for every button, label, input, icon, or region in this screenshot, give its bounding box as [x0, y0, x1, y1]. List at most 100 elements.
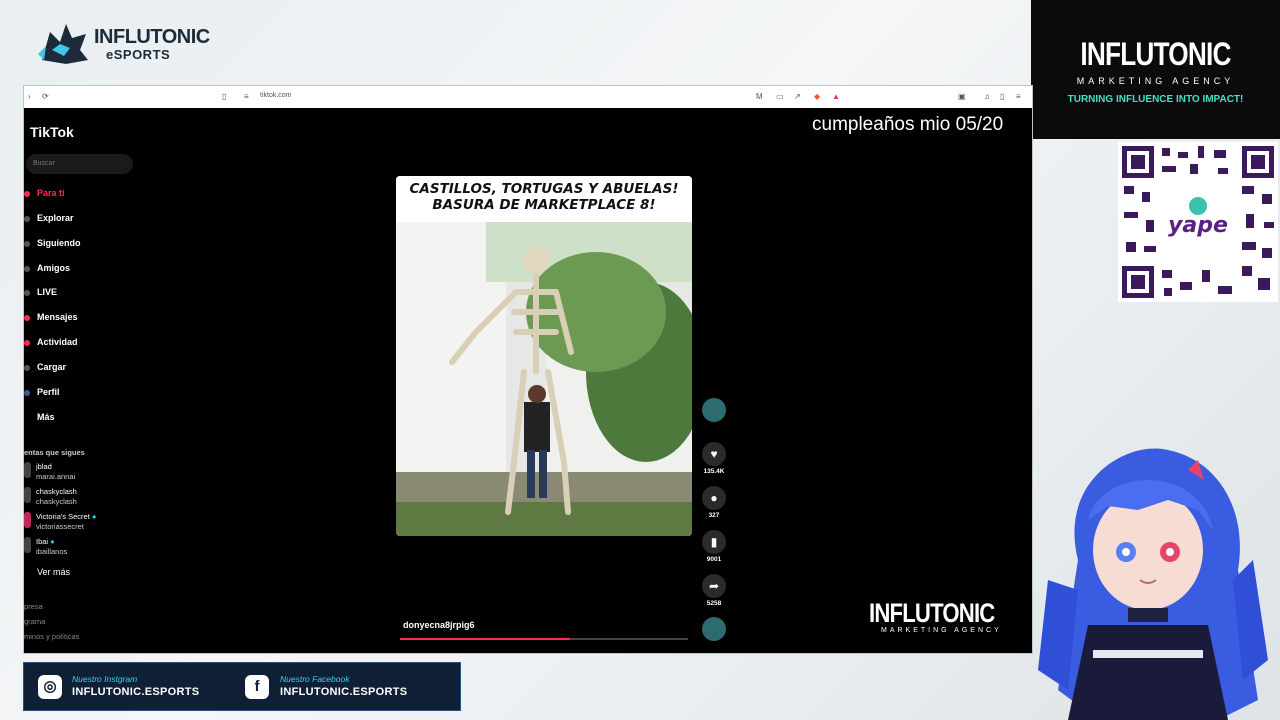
facebook-label: Nuestro Facebook: [280, 674, 350, 684]
video-caption: CASTILLOS, TORTUGAS Y ABUELAS! BASURA DE…: [396, 176, 692, 220]
translate-icon[interactable]: M: [756, 92, 763, 101]
forward-icon[interactable]: ›: [28, 92, 31, 101]
share-count: 5258: [706, 600, 722, 607]
facebook-icon: f: [245, 675, 269, 699]
avatar[interactable]: [24, 487, 31, 503]
facebook-handle: INFLUTONIC.ESPORTS: [280, 686, 408, 698]
qr-pattern: yape: [1122, 146, 1274, 298]
avatar[interactable]: [24, 537, 31, 553]
comment-button[interactable]: ● 327: [700, 486, 728, 519]
qr-code-icon: yape: [1118, 142, 1278, 302]
nav-cargar[interactable]: Cargar: [37, 362, 66, 372]
following-account[interactable]: chaskyclash chaskyclash: [36, 487, 77, 507]
avatar: [702, 398, 726, 422]
yape-label: yape: [1168, 213, 1228, 238]
creator-avatar[interactable]: [700, 398, 728, 422]
music-disc[interactable]: [700, 617, 728, 641]
agency-name: INFLUTONIC: [1080, 36, 1231, 72]
share-button[interactable]: ➦ 5258: [700, 574, 728, 607]
nav-para-ti[interactable]: Para ti: [37, 188, 65, 198]
video-progress-bar[interactable]: [400, 638, 688, 640]
address-bar[interactable]: tiktok.com: [260, 92, 292, 99]
share-arrow-icon: ➦: [702, 574, 726, 598]
agency-sub: MARKETING AGENCY: [1076, 76, 1235, 86]
agency-panel: INFLUTONIC MARKETING AGENCY TURNING INFL…: [1031, 0, 1280, 139]
save-count: 9001: [706, 556, 722, 563]
verified-icon: ●: [48, 537, 55, 546]
avatar[interactable]: [24, 462, 31, 478]
wallet-icon[interactable]: ▯: [1000, 92, 1004, 101]
profile-icon: [24, 390, 30, 396]
following-account[interactable]: Victoria's Secret ● victoriassecret: [36, 512, 96, 532]
activity-icon: [24, 340, 30, 346]
verified-icon: ●: [89, 512, 97, 521]
watermark-name: INFLUTONIC: [869, 598, 995, 628]
like-count: 135.4K: [703, 468, 725, 475]
following-title: entas que sigues: [24, 448, 85, 457]
live-icon: [24, 290, 30, 296]
media-icon[interactable]: ♫: [984, 92, 990, 101]
cast-icon[interactable]: ▭: [776, 92, 784, 101]
social-bar: ◎ Nuestro Instgram INFLUTONIC.ESPORTS f …: [23, 662, 461, 711]
tiktok-logo[interactable]: TikTok: [30, 124, 74, 140]
account-user: marai.annai: [36, 472, 76, 481]
following-account[interactable]: jblad marai.annai: [36, 462, 75, 482]
nav-explorar[interactable]: Explorar: [37, 213, 74, 223]
wolf-icon: [38, 24, 88, 64]
nav-actividad[interactable]: Actividad: [37, 337, 78, 347]
account-name: Ibai: [36, 537, 49, 546]
caption-line: BASURA DE MARKETPLACE 8!: [432, 197, 656, 213]
video-player[interactable]: CASTILLOS, TORTUGAS Y ABUELAS! BASURA DE…: [396, 176, 692, 536]
nav-mensajes[interactable]: Mensajes: [37, 312, 78, 322]
account-user: victoriassecret: [36, 522, 84, 531]
account-name: Victoria's Secret: [36, 512, 90, 521]
browser-toolbar: › ⟳ ▯ ≡ tiktok.com M ▭ ↗ ◆ ▲ ▣ ♫ ▯ ≡: [24, 86, 1032, 108]
save-button[interactable]: ▮ 9001: [700, 530, 728, 563]
account-user: ibaillanos: [36, 547, 68, 556]
heart-icon: ♥: [702, 442, 726, 466]
footer-link[interactable]: presa: [24, 602, 43, 611]
avatar[interactable]: [24, 512, 31, 528]
messages-icon: [24, 315, 30, 321]
instagram-icon: ◎: [38, 675, 62, 699]
caption-line: CASTILLOS, TORTUGAS Y ABUELAS!: [409, 181, 679, 197]
see-more-link[interactable]: Ver más: [37, 567, 70, 577]
brand-name: INFLUTONIC: [94, 26, 210, 48]
nav-amigos[interactable]: Amigos: [37, 263, 70, 273]
nav-mas[interactable]: Más: [37, 412, 55, 422]
share-icon[interactable]: ↗: [794, 92, 801, 101]
home-icon: [24, 191, 30, 197]
nav-perfil[interactable]: Perfil: [37, 387, 60, 397]
watermark-logo: INFLUTONIC MARKETING AGENCY: [869, 598, 1022, 634]
footer-link[interactable]: grama: [24, 617, 45, 626]
following-account[interactable]: Ibai ● ibaillanos: [36, 537, 67, 557]
like-button[interactable]: ♥ 135.4K: [700, 442, 728, 475]
search-input[interactable]: Buscar: [26, 154, 133, 174]
browser-window: › ⟳ ▯ ≡ tiktok.com M ▭ ↗ ◆ ▲ ▣ ♫ ▯ ≡ Tik…: [23, 85, 1033, 654]
rewards-icon[interactable]: ▲: [832, 92, 840, 101]
site-settings-icon[interactable]: ≡: [244, 92, 249, 101]
vtuber-avatar: [1038, 448, 1268, 720]
brand-sub: eSPORTS: [106, 47, 171, 62]
bookmark-icon[interactable]: ▯: [222, 92, 226, 101]
progress-fill: [400, 638, 570, 640]
creator-name[interactable]: donyecna8jrpig6: [403, 620, 475, 630]
comment-count: 327: [708, 512, 720, 519]
agency-tagline: TURNING INFLUENCE INTO IMPACT!: [1067, 94, 1244, 105]
compass-icon: [24, 216, 30, 222]
nav-siguiendo[interactable]: Siguiendo: [37, 238, 81, 248]
nav-live[interactable]: LIVE: [37, 287, 57, 297]
account-name: chaskyclash: [36, 487, 77, 496]
upload-icon: [24, 365, 30, 371]
brand-logo: INFLUTONIC eSPORTS: [36, 20, 210, 68]
menu-icon[interactable]: ≡: [1016, 92, 1021, 101]
friends-icon: [24, 266, 30, 272]
video-frame: [396, 222, 692, 536]
shield-icon[interactable]: ◆: [814, 92, 820, 101]
sidebar-toggle-icon[interactable]: ▣: [958, 92, 966, 101]
reload-icon[interactable]: ⟳: [42, 92, 49, 101]
footer-link[interactable]: minos y políticas: [24, 632, 79, 641]
instagram-handle: INFLUTONIC.ESPORTS: [72, 686, 200, 698]
stream-overlay-text: cumpleaños mio 05/20: [812, 114, 1004, 135]
account-name: jblad: [36, 462, 52, 471]
